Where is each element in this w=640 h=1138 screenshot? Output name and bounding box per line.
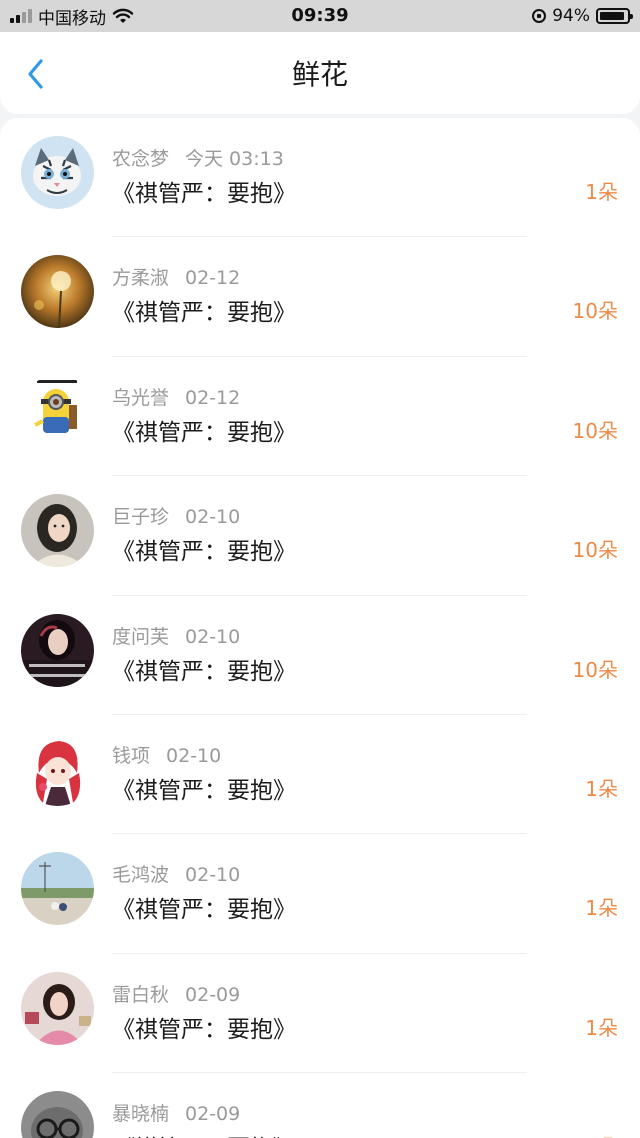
tiger-avatar[interactable] xyxy=(21,136,94,209)
list-item[interactable]: 方柔淑 02-12 《祺管严：要抱》 10朵 xyxy=(0,237,640,357)
item-message: 《祺管严：要抱》 xyxy=(112,897,296,924)
sender-name: 雷白秋 xyxy=(112,983,170,1006)
glasses-avatar[interactable] xyxy=(21,1091,94,1138)
item-message: 《祺管严：要抱》 xyxy=(112,1129,296,1138)
dandelion-avatar[interactable] xyxy=(21,255,94,329)
battery-icon xyxy=(596,8,633,24)
item-meta: 暴晓楠 02-09 xyxy=(112,1099,240,1126)
item-message: 《祺管严：要抱》 xyxy=(112,419,296,446)
sent-date: 02-10 xyxy=(185,864,241,887)
item-meta: 毛鸿波 02-10 xyxy=(112,860,240,887)
sender-name: 钱项 xyxy=(112,744,151,767)
rotation-lock-icon xyxy=(532,9,547,23)
flower-count: 10朵 xyxy=(572,538,618,563)
minion-avatar[interactable] xyxy=(21,374,94,448)
item-meta: 雷白秋 02-09 xyxy=(112,980,240,1007)
page-title: 鲜花 xyxy=(291,58,348,91)
item-meta: 巨子珍 02-10 xyxy=(112,502,240,529)
sender-name: 巨子珍 xyxy=(112,506,170,529)
flower-count: 1朵 xyxy=(585,1131,618,1138)
item-meta: 方柔淑 02-12 xyxy=(112,263,240,290)
battery-fill xyxy=(600,12,625,20)
dark-portrait-avatar[interactable] xyxy=(21,613,94,687)
sender-name: 毛鸿波 xyxy=(112,864,170,887)
list-item[interactable]: 度问芙 02-10 《祺管严：要抱》 10朵 xyxy=(0,596,640,715)
status-bar: 中国移动 09:39 94% xyxy=(0,0,640,32)
sent-date: 02-12 xyxy=(185,267,241,290)
item-message: 《祺管严：要抱》 xyxy=(112,181,296,207)
sent-date: 02-10 xyxy=(185,506,241,529)
item-meta: 钱项 02-10 xyxy=(112,741,221,768)
item-message: 《祺管严：要抱》 xyxy=(112,539,296,566)
sent-date: 今天 03:13 xyxy=(185,148,284,170)
sender-name: 农念梦 xyxy=(112,148,170,170)
list-item[interactable]: 钱项 02-10 《祺管严：要抱》 1朵 xyxy=(0,715,640,835)
flower-list: 农念梦 今天 03:13 《祺管严：要抱》 1朵 方柔淑 02-12 《祺管严：… xyxy=(0,118,640,1138)
sender-name: 度问芙 xyxy=(112,625,170,648)
status-bar-right: 94% xyxy=(532,0,633,32)
list-item[interactable]: 暴晓楠 02-09 《祺管严：要抱》 1朵 xyxy=(0,1073,640,1138)
sender-name: 方柔淑 xyxy=(112,267,170,290)
flower-count: 1朵 xyxy=(585,896,618,921)
sent-date: 02-09 xyxy=(185,1103,241,1126)
sent-date: 02-10 xyxy=(166,744,222,767)
sender-name: 暴晓楠 xyxy=(112,1103,170,1126)
flower-count: 10朵 xyxy=(572,418,618,443)
item-message: 《祺管严：要抱》 xyxy=(112,300,296,327)
item-message: 《祺管严：要抱》 xyxy=(112,1016,296,1043)
flower-count: 1朵 xyxy=(585,1015,618,1040)
list-item[interactable]: 雷白秋 02-09 《祺管严：要抱》 1朵 xyxy=(0,954,640,1074)
sent-date: 02-09 xyxy=(185,983,241,1006)
item-meta: 度问芙 02-10 xyxy=(112,622,240,649)
item-meta: 乌光誉 02-12 xyxy=(112,383,240,410)
item-message: 《祺管严：要抱》 xyxy=(112,658,296,685)
list-item[interactable]: 乌光誉 02-12 《祺管严：要抱》 10朵 xyxy=(0,357,640,477)
sender-name: 乌光誉 xyxy=(112,386,170,409)
flower-count: 1朵 xyxy=(585,180,618,204)
flower-count: 10朵 xyxy=(572,299,618,324)
item-message: 《祺管严：要抱》 xyxy=(112,777,296,804)
list-item[interactable]: 巨子珍 02-10 《祺管严：要抱》 10朵 xyxy=(0,476,640,596)
item-meta: 农念梦 今天 03:13 xyxy=(112,144,284,171)
portrait-avatar[interactable] xyxy=(21,494,94,568)
anime-girl-avatar[interactable] xyxy=(21,732,94,806)
nav-bar: 鲜花 xyxy=(0,32,640,114)
pink-portrait-avatar[interactable] xyxy=(21,971,94,1045)
sent-date: 02-12 xyxy=(185,386,241,409)
landscape-avatar[interactable] xyxy=(21,852,94,926)
list-item[interactable]: 毛鸿波 02-10 《祺管严：要抱》 1朵 xyxy=(0,834,640,954)
flower-count: 10朵 xyxy=(572,657,618,682)
flower-count: 1朵 xyxy=(585,776,618,801)
list-item[interactable]: 农念梦 今天 03:13 《祺管严：要抱》 1朵 xyxy=(0,118,640,238)
sent-date: 02-10 xyxy=(185,625,241,648)
battery-percentage: 94% xyxy=(552,6,590,26)
